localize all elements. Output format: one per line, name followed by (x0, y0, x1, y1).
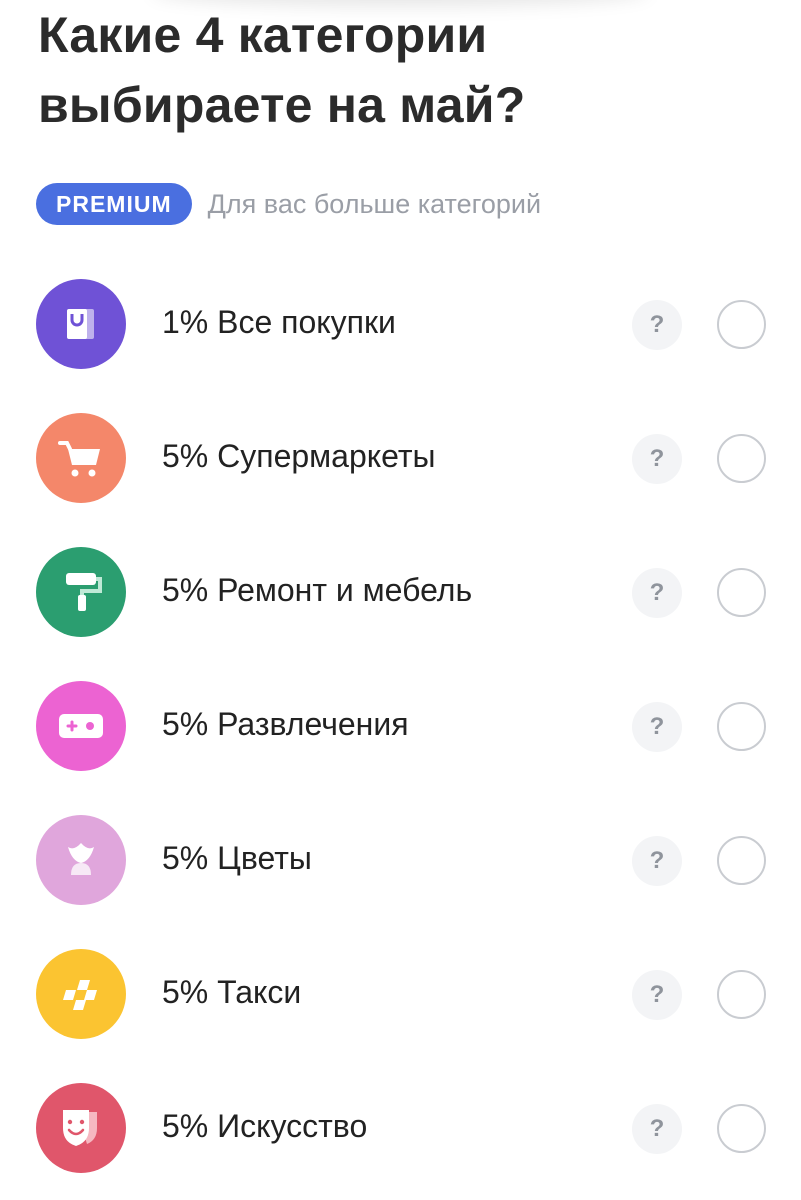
category-label: 5% Искусство (162, 1108, 368, 1144)
select-radio[interactable] (717, 300, 766, 349)
select-radio[interactable] (717, 970, 766, 1019)
select-radio[interactable] (717, 836, 766, 885)
premium-row: PREMIUM Для вас больше категорий (36, 182, 541, 226)
category-label: 1% Все покупки (162, 304, 396, 340)
category-row-flowers[interactable]: 5% Цветы ? (0, 792, 801, 926)
select-radio[interactable] (717, 702, 766, 751)
category-label: 5% Развлечения (162, 706, 409, 742)
help-icon[interactable]: ? (632, 568, 682, 618)
page-title: Какие 4 категории выбираете на май? (38, 7, 526, 133)
help-icon[interactable]: ? (632, 1104, 682, 1154)
select-radio[interactable] (717, 568, 766, 617)
paint-roller-icon (36, 547, 126, 637)
category-label: 5% Супермаркеты (162, 438, 436, 474)
category-row-art[interactable]: 5% Искусство ? (0, 1060, 801, 1194)
help-icon[interactable]: ? (632, 434, 682, 484)
help-icon[interactable]: ? (632, 836, 682, 886)
category-row-supermarkets[interactable]: 5% Супермаркеты ? (0, 390, 801, 524)
premium-hint: Для вас больше категорий (207, 188, 542, 219)
category-row-entertainment[interactable]: 5% Развлечения ? (0, 658, 801, 792)
theater-mask-icon (36, 1083, 126, 1173)
help-icon[interactable]: ? (632, 702, 682, 752)
gamepad-icon (36, 681, 126, 771)
taxi-checker-icon (36, 949, 126, 1039)
category-row-all-purchases[interactable]: 1% Все покупки ? (0, 256, 801, 390)
shopping-cart-icon (36, 413, 126, 503)
select-radio[interactable] (717, 1104, 766, 1153)
category-row-taxi[interactable]: 5% Такси ? (0, 926, 801, 1060)
premium-badge[interactable]: PREMIUM (36, 183, 192, 225)
category-row-repair-furniture[interactable]: 5% Ремонт и мебель ? (0, 524, 801, 658)
help-icon[interactable]: ? (632, 970, 682, 1020)
flower-icon (36, 815, 126, 905)
category-label: 5% Такси (162, 974, 302, 1010)
category-label: 5% Цветы (162, 840, 312, 876)
select-radio[interactable] (717, 434, 766, 483)
shopping-bag-icon (36, 279, 126, 369)
help-icon[interactable]: ? (632, 300, 682, 350)
category-label: 5% Ремонт и мебель (162, 572, 473, 608)
category-list: 1% Все покупки ? 5% Супермаркеты ? 5% Ре… (0, 256, 801, 1194)
